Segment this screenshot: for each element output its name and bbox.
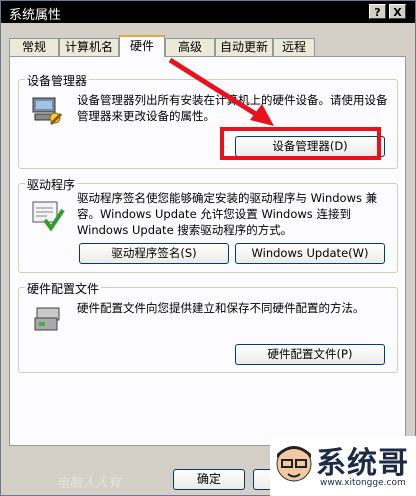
- highlight-box: [220, 127, 381, 160]
- annotation-arrow: [168, 57, 274, 126]
